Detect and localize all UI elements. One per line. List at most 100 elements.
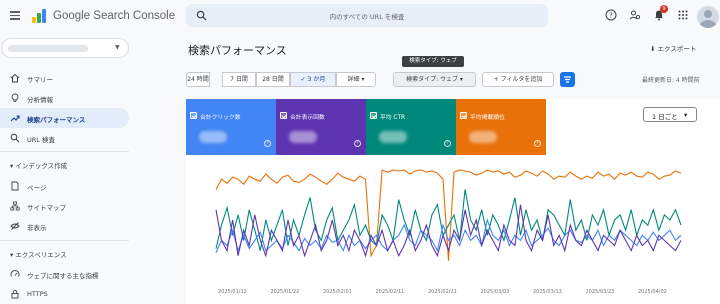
nav-item-url-inspection[interactable]: URL 検査 bbox=[0, 128, 129, 148]
search-console-logo[interactable] bbox=[31, 8, 47, 24]
app-title: Google Search Console bbox=[53, 10, 176, 22]
metric-card-position[interactable]: 平均掲載順位 ? bbox=[456, 99, 546, 155]
avatar-icon bbox=[700, 10, 716, 28]
metric-card-clicks[interactable]: 合計クリック数 ? bbox=[186, 99, 276, 155]
nav-item-core-web-vitals[interactable]: ウェブに関する主な指標 bbox=[0, 264, 129, 284]
page-title: 検索パフォーマンス bbox=[188, 44, 287, 57]
nav-label: 非表示 bbox=[27, 224, 47, 232]
x-tick-label: 2025/02/21 bbox=[428, 289, 457, 295]
last-updated: 最終更新日: 4 時間前 bbox=[642, 77, 700, 84]
nav-item-removals[interactable]: 非表示 bbox=[0, 216, 129, 236]
checkbox[interactable] bbox=[460, 112, 467, 119]
date-chip-24h[interactable]: 24 時間 bbox=[186, 72, 210, 87]
checkbox[interactable] bbox=[280, 112, 287, 119]
nav-label: サイトマップ bbox=[27, 204, 66, 212]
url-inspect-search[interactable]: 内のすべての URL を検査 bbox=[186, 4, 548, 27]
x-tick-label: 2025/02/11 bbox=[376, 289, 405, 295]
chevron-down-icon: ▼ bbox=[115, 44, 120, 51]
help-icon[interactable]: ? bbox=[534, 140, 541, 147]
x-tick-label: 2025/04/02 bbox=[638, 289, 667, 295]
chip-label: フィルタを追加 bbox=[500, 76, 543, 83]
x-tick-label: 2025/02/01 bbox=[323, 289, 352, 295]
metric-label: 平均掲載順位 bbox=[470, 115, 505, 121]
metric-label: 平均 CTR bbox=[380, 115, 406, 121]
account-avatar[interactable] bbox=[697, 6, 719, 28]
nav-label: ページ bbox=[27, 184, 47, 192]
checkbox[interactable] bbox=[370, 112, 377, 119]
dropdown-label: 1 日ごと bbox=[652, 113, 678, 121]
date-chip-28d[interactable]: 28 日間 bbox=[256, 72, 290, 87]
metric-card-impressions[interactable]: 合計表示回数 ? bbox=[276, 99, 366, 155]
download-icon: ⬇ bbox=[650, 45, 658, 53]
speedometer-icon bbox=[10, 270, 20, 277]
caret-down-icon: ▾ bbox=[458, 76, 463, 83]
compare-filter-icon[interactable] bbox=[560, 72, 575, 87]
export-button[interactable]: ⬇ エクスポート bbox=[650, 43, 696, 53]
apps-grid-icon[interactable] bbox=[677, 9, 689, 21]
section-label: インデックス作成 bbox=[15, 162, 68, 170]
help-icon[interactable]: ? bbox=[264, 140, 271, 147]
nav-item-summary[interactable]: サマリー bbox=[0, 68, 129, 88]
trending-up-icon bbox=[10, 115, 20, 122]
lightbulb-icon bbox=[11, 93, 19, 102]
date-chip-custom[interactable]: 詳細 ▾ bbox=[336, 72, 376, 87]
caret-down-icon: ▾ bbox=[684, 111, 688, 119]
search-icon bbox=[10, 133, 20, 143]
chip-label: 検索タイプ: ウェブ bbox=[406, 76, 458, 83]
nav-label: URL 検査 bbox=[27, 136, 55, 144]
section-index[interactable]: ▾ インデックス作成 bbox=[10, 160, 67, 170]
nav-item-sitemaps[interactable]: サイトマップ bbox=[0, 196, 129, 216]
metric-value-redacted bbox=[289, 131, 317, 143]
add-filter-button[interactable]: + フィルタを追加 bbox=[482, 72, 554, 87]
nav-item-insights[interactable]: 分析情報 bbox=[0, 88, 129, 108]
section-label: エクスペリエンス bbox=[15, 251, 67, 259]
chart-series-line-0 bbox=[215, 169, 682, 261]
top-bar: Google Search Console 内のすべての URL を検査 ? 9 bbox=[0, 0, 720, 32]
help-icon[interactable]: ? bbox=[444, 140, 451, 147]
date-chip-7d[interactable]: 7 日間 bbox=[222, 72, 256, 87]
nav-label: 検索パフォーマンス bbox=[27, 116, 86, 124]
nav-item-performance[interactable]: 検索パフォーマンス bbox=[0, 108, 129, 128]
lock-icon bbox=[11, 289, 19, 299]
x-tick-label: 2025/03/23 bbox=[586, 289, 615, 295]
performance-chart[interactable]: 2025/01/12 2025/01/22 2025/02/01 2025/02/11… bbox=[186, 161, 720, 304]
hidden-icon bbox=[10, 222, 20, 230]
page-icon bbox=[11, 181, 19, 191]
manage-users-icon[interactable] bbox=[629, 9, 641, 21]
section-experience[interactable]: ▾ エクスペリエンス bbox=[10, 249, 67, 259]
export-label: エクスポート bbox=[657, 45, 697, 53]
performance-panel: 合計クリック数 ? 合計表示回数 ? 平均 CTR ? 平均掲載順位 ? 1 日… bbox=[186, 99, 720, 304]
metric-value-redacted bbox=[469, 131, 497, 143]
sitemap-icon bbox=[10, 201, 20, 211]
metric-label: 合計クリック数 bbox=[200, 115, 241, 121]
chip-label: 詳細 bbox=[347, 76, 360, 83]
home-icon bbox=[10, 73, 20, 83]
metric-label: 合計表示回数 bbox=[290, 115, 325, 121]
plus-icon: + bbox=[493, 76, 501, 83]
date-chip-3m[interactable]: ✓ 3 か月 bbox=[290, 72, 336, 87]
caret-down-icon: ▾ bbox=[359, 76, 365, 83]
metric-value-redacted bbox=[379, 131, 407, 143]
checkbox[interactable] bbox=[190, 112, 197, 119]
help-icon[interactable]: ? bbox=[605, 9, 617, 21]
nav-item-pages[interactable]: ページ bbox=[0, 176, 129, 196]
property-selector[interactable]: ▼ bbox=[1, 38, 129, 58]
notification-badge: 9 bbox=[660, 5, 668, 13]
divider bbox=[0, 240, 129, 241]
nav-label: ウェブに関する主な指標 bbox=[27, 272, 99, 280]
svg-text:?: ? bbox=[609, 12, 613, 20]
granularity-dropdown[interactable]: 1 日ごと ▾ bbox=[643, 107, 697, 122]
nav-label: サマリー bbox=[27, 76, 53, 84]
x-tick-label: 2025/03/13 bbox=[533, 289, 562, 295]
metric-card-ctr[interactable]: 平均 CTR ? bbox=[366, 99, 456, 155]
nav-item-https[interactable]: HTTPS bbox=[0, 284, 129, 304]
search-type-chip[interactable]: 検索タイプ: ウェブ ▾ bbox=[393, 72, 476, 87]
chip-label: 3 か月 bbox=[307, 76, 326, 83]
main-content: 検索パフォーマンス ⬇ エクスポート 検索タイプ: ウェブ 24 時間 7 日間… bbox=[186, 32, 720, 304]
metric-value-redacted bbox=[199, 131, 227, 143]
search-input[interactable]: 内のすべての URL を検査 bbox=[186, 11, 548, 21]
menu-icon[interactable] bbox=[10, 11, 20, 20]
nav-label: 分析情報 bbox=[27, 96, 53, 104]
x-tick-label: 2025/03/03 bbox=[481, 289, 510, 295]
help-icon[interactable]: ? bbox=[354, 140, 361, 147]
